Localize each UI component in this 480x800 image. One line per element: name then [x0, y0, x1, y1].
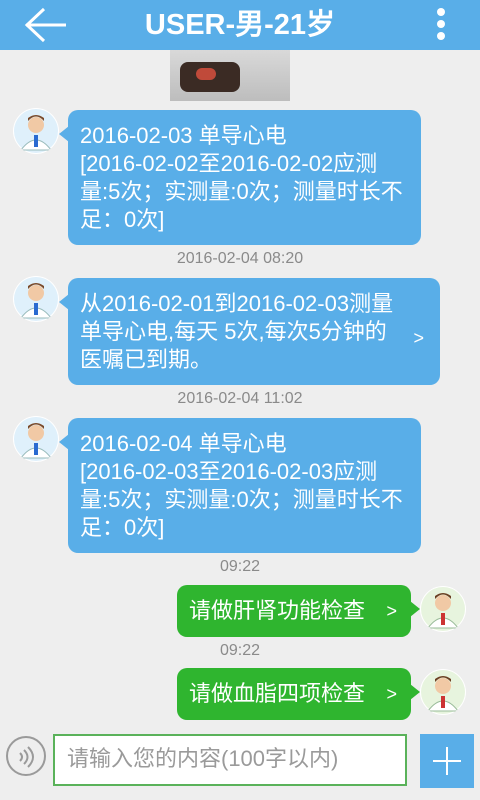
message-timestamp: 09:22: [219, 642, 261, 659]
user-avatar[interactable]: [420, 669, 466, 715]
more-vertical-icon[interactable]: [434, 6, 448, 46]
message-text: 从2016-02-01到2016-02-03测量单导心电,每天 5次,每次5分钟…: [80, 291, 394, 372]
message-input-box[interactable]: [53, 734, 407, 786]
image-message[interactable]: [170, 50, 290, 101]
message-input[interactable]: [65, 736, 399, 782]
doctor-avatar[interactable]: [13, 416, 59, 462]
message-bubble[interactable]: 2016-02-03 单导心电 [2016-02-02至2016-02-02应测…: [59, 110, 421, 245]
plus-icon[interactable]: [420, 734, 474, 788]
page-title: USER-男-21岁: [144, 9, 336, 41]
message-timestamp: 09:22: [219, 558, 261, 575]
chevron-right-icon: >: [386, 601, 397, 621]
message-text: 请做血脂四项检查: [189, 681, 366, 706]
message-timestamp: 2016-02-04 08:20: [176, 250, 304, 267]
message-text: 请做肝肾功能检查: [189, 598, 366, 623]
user-avatar[interactable]: [420, 586, 466, 632]
message-bubble[interactable]: 从2016-02-01到2016-02-03测量单导心电,每天 5次,每次5分钟…: [59, 278, 440, 385]
header-bar: USER-男-21岁: [0, 0, 480, 50]
message-bubble[interactable]: 请做血脂四项检查 >: [177, 668, 420, 720]
message-text: 2016-02-03 单导心电 [2016-02-02至2016-02-02应测…: [80, 123, 403, 232]
message-bubble[interactable]: 请做肝肾功能检查 >: [177, 585, 420, 637]
message-text: 2016-02-04 单导心电 [2016-02-03至2016-02-03应测…: [80, 431, 403, 540]
doctor-avatar[interactable]: [13, 276, 59, 322]
chevron-right-icon: >: [413, 328, 424, 348]
doctor-avatar[interactable]: [13, 108, 59, 154]
chevron-right-icon: >: [386, 684, 397, 704]
voice-icon[interactable]: [6, 736, 46, 776]
message-bubble[interactable]: 2016-02-04 单导心电 [2016-02-03至2016-02-03应测…: [59, 418, 421, 553]
message-timestamp: 2016-02-04 11:02: [177, 390, 303, 407]
